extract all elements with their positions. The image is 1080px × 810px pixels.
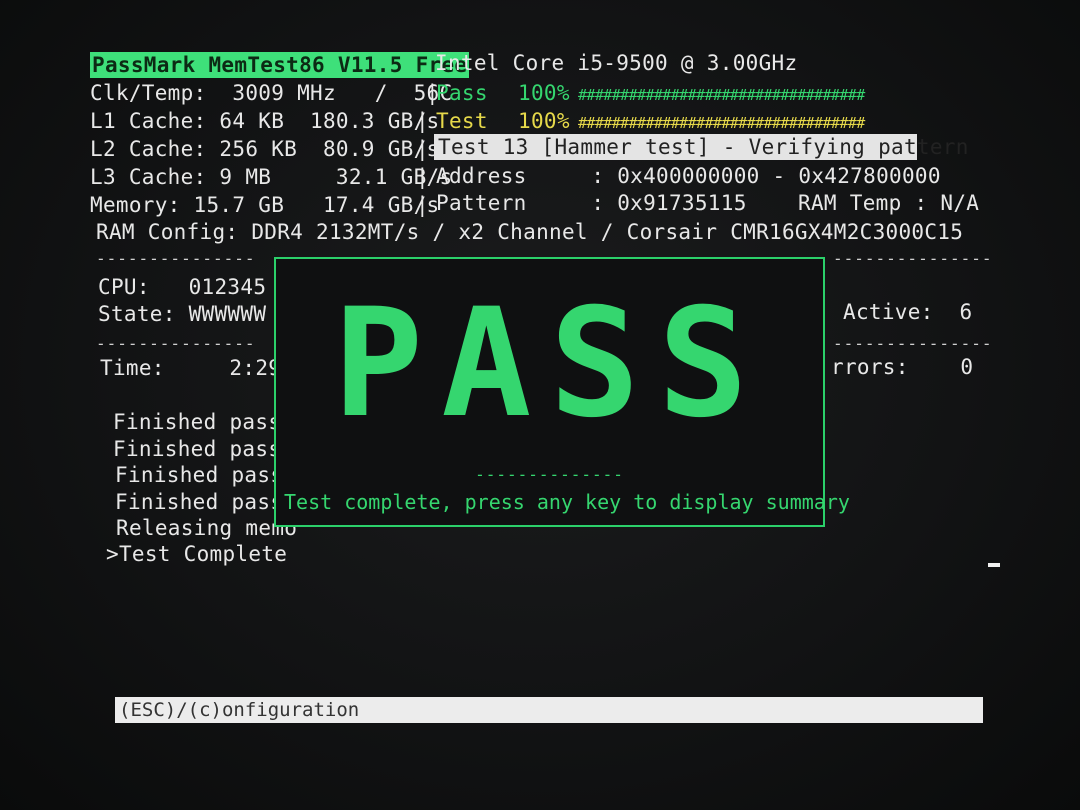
- app-title: PassMark MemTest86 V11.5 Free: [90, 52, 470, 78]
- ram-config: RAM Config: DDR4 2132MT/s / x2 Channel /…: [96, 220, 964, 244]
- address-range: Address : 0x400000000 - 0x427800000: [436, 164, 941, 188]
- current-test: Test 13 [Hammer test] - Verifying patter…: [434, 134, 968, 160]
- elapsed-time: Time: 2:29:: [100, 356, 295, 380]
- dialog-divider: --------------: [475, 465, 624, 484]
- log-line: Finished pass: [113, 410, 282, 434]
- memtest-screen: PassMark MemTest86 V11.5 Free Intel Core…: [0, 0, 1080, 810]
- text-cursor: [988, 563, 1000, 567]
- test-progress-bar: ##################################: [578, 114, 865, 132]
- divider: ---------------: [96, 334, 256, 353]
- divider: ---------------: [833, 249, 993, 268]
- footer-hint-bar[interactable]: (ESC)/(c)onfiguration: [115, 697, 983, 723]
- col-sep: |: [416, 165, 429, 189]
- error-count: rrors: 0: [831, 355, 974, 379]
- test-label: Test: [436, 109, 488, 133]
- test-percent: 100%: [518, 109, 570, 133]
- log-line: Finished pass: [115, 490, 284, 514]
- completion-message: Test complete, press any key to display …: [284, 490, 850, 514]
- pass-label: Pass: [436, 81, 488, 105]
- log-line: Releasing memo: [116, 516, 298, 540]
- col-sep: |: [416, 193, 429, 217]
- pass-banner: PASS: [276, 289, 823, 439]
- memory-info: Memory: 15.7 GB 17.4 GB/s: [90, 193, 440, 217]
- col-sep: |: [416, 109, 429, 133]
- cpu-list: CPU: 012345: [98, 275, 267, 299]
- result-dialog[interactable]: PASS -------------- Test complete, press…: [274, 257, 850, 527]
- l1-cache: L1 Cache: 64 KB 180.3 GB/s: [90, 109, 440, 133]
- clk-temp: Clk/Temp: 3009 MHz / 56C: [90, 81, 453, 105]
- ram-temp: RAM Temp : N/A: [798, 191, 980, 215]
- configuration-hint: (ESC)/(c)onfiguration: [119, 699, 360, 721]
- pass-percent: 100%: [518, 81, 570, 105]
- cpu-model: Intel Core i5-9500 @ 3.00GHz: [435, 51, 798, 75]
- l2-cache: L2 Cache: 256 KB 80.9 GB/s: [90, 137, 440, 161]
- log-line: Finished pass: [113, 437, 282, 461]
- active-cpus: Active: 6: [843, 300, 973, 324]
- pattern-value: Pattern : 0x91735115: [436, 191, 747, 215]
- col-sep: |: [416, 137, 429, 161]
- divider: ---------------: [96, 249, 256, 268]
- pass-progress-bar: ##################################: [578, 86, 865, 104]
- cpu-state: State: WWWWWW: [98, 302, 267, 326]
- log-line: >Test Complete: [106, 542, 288, 566]
- l3-cache: L3 Cache: 9 MB 32.1 GB/s: [90, 165, 453, 189]
- log-line: Finished pass: [115, 463, 284, 487]
